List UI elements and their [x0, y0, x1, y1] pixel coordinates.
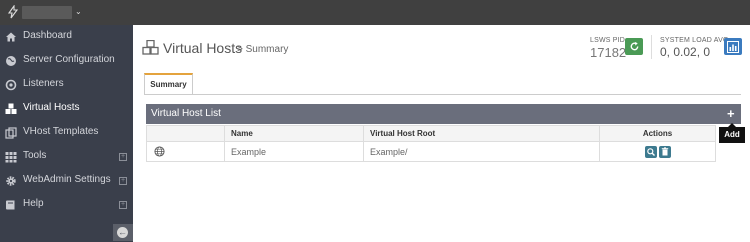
sidebar-item-label: WebAdmin Settings — [23, 174, 111, 185]
top-bar: ⌄ — [0, 0, 750, 25]
sidebar-item-vhost-templates[interactable]: VHost Templates — [0, 121, 133, 145]
table-header-row: Name Virtual Host Root Actions — [146, 125, 716, 142]
sidebar-item-label: Server Configuration — [23, 54, 115, 65]
restart-button[interactable] — [625, 38, 643, 55]
sidebar-item-listeners[interactable]: Listeners — [0, 73, 133, 97]
sidebar: Dashboard Server Configuration Listeners… — [0, 25, 133, 242]
column-header-icon — [146, 126, 224, 141]
trash-icon — [661, 146, 668, 155]
load-avg-label: SYSTEM LOAD AVG — [660, 37, 729, 44]
view-button[interactable] — [644, 145, 657, 158]
cubes-icon — [142, 40, 159, 55]
sidebar-item-label: Dashboard — [23, 30, 72, 41]
sidebar-item-label: VHost Templates — [23, 126, 99, 137]
link-icon — [5, 79, 17, 91]
load-avg-value: 0, 0.02, 0 — [660, 45, 711, 59]
real-time-stats-button[interactable] — [724, 38, 742, 55]
arrow-left-icon: ← — [117, 227, 128, 238]
gear-icon — [6, 176, 16, 186]
pid-label: LSWS PID — [590, 37, 626, 44]
breadcrumb: > Summary — [237, 44, 289, 55]
column-header-root: Virtual Host Root — [363, 126, 599, 141]
sidebar-item-label: Tools — [23, 150, 47, 161]
search-icon — [646, 147, 655, 156]
header-divider — [651, 35, 652, 59]
expand-icon[interactable]: + — [119, 201, 127, 209]
column-header-actions: Actions — [599, 126, 716, 141]
actions-cell — [599, 142, 716, 161]
sidebar-item-dashboard[interactable]: Dashboard — [0, 25, 133, 49]
panel-title: Virtual Host List — [151, 108, 221, 119]
home-icon — [6, 32, 16, 42]
row-icon-cell — [146, 142, 224, 161]
globe-icon — [154, 146, 165, 157]
tab-summary[interactable]: Summary — [144, 73, 193, 94]
sidebar-item-label: Listeners — [23, 78, 64, 89]
sidebar-item-tools[interactable]: Tools + — [0, 145, 133, 169]
sidebar-item-virtual-hosts[interactable]: Virtual Hosts — [0, 97, 133, 121]
globe-icon — [6, 56, 16, 66]
table-row: Example Example/ — [146, 142, 716, 162]
refresh-icon — [630, 41, 638, 51]
delete-button[interactable] — [658, 145, 671, 158]
tab-divider — [144, 94, 741, 95]
page-title-text: Virtual Hosts — [163, 40, 243, 56]
expand-icon[interactable]: + — [119, 177, 127, 185]
user-menu[interactable] — [22, 6, 72, 19]
pid-value: 17182 — [590, 45, 627, 60]
column-header-name: Name — [224, 126, 363, 141]
copy-icon — [5, 127, 17, 139]
sidebar-item-help[interactable]: Help + — [0, 193, 133, 217]
sidebar-item-server-configuration[interactable]: Server Configuration — [0, 49, 133, 73]
sidebar-item-webadmin-settings[interactable]: WebAdmin Settings + — [0, 169, 133, 193]
sidebar-item-label: Virtual Hosts — [23, 102, 80, 113]
litespeed-logo-icon[interactable] — [6, 5, 20, 19]
virtual-host-list-header: Virtual Host List + — [146, 104, 741, 124]
vhost-root: Example/ — [363, 142, 599, 161]
add-tooltip: Add — [719, 123, 745, 143]
grid-icon — [5, 152, 17, 163]
sidebar-item-label: Help — [23, 198, 44, 209]
bar-chart-icon — [727, 41, 739, 53]
cubes-icon — [5, 103, 17, 114]
book-icon — [6, 200, 15, 210]
sidebar-collapse-button[interactable]: ← — [113, 224, 133, 241]
vhost-name[interactable]: Example — [224, 142, 363, 161]
add-button[interactable]: + — [727, 106, 735, 121]
expand-icon[interactable]: + — [119, 153, 127, 161]
chevron-down-icon[interactable]: ⌄ — [75, 7, 82, 16]
